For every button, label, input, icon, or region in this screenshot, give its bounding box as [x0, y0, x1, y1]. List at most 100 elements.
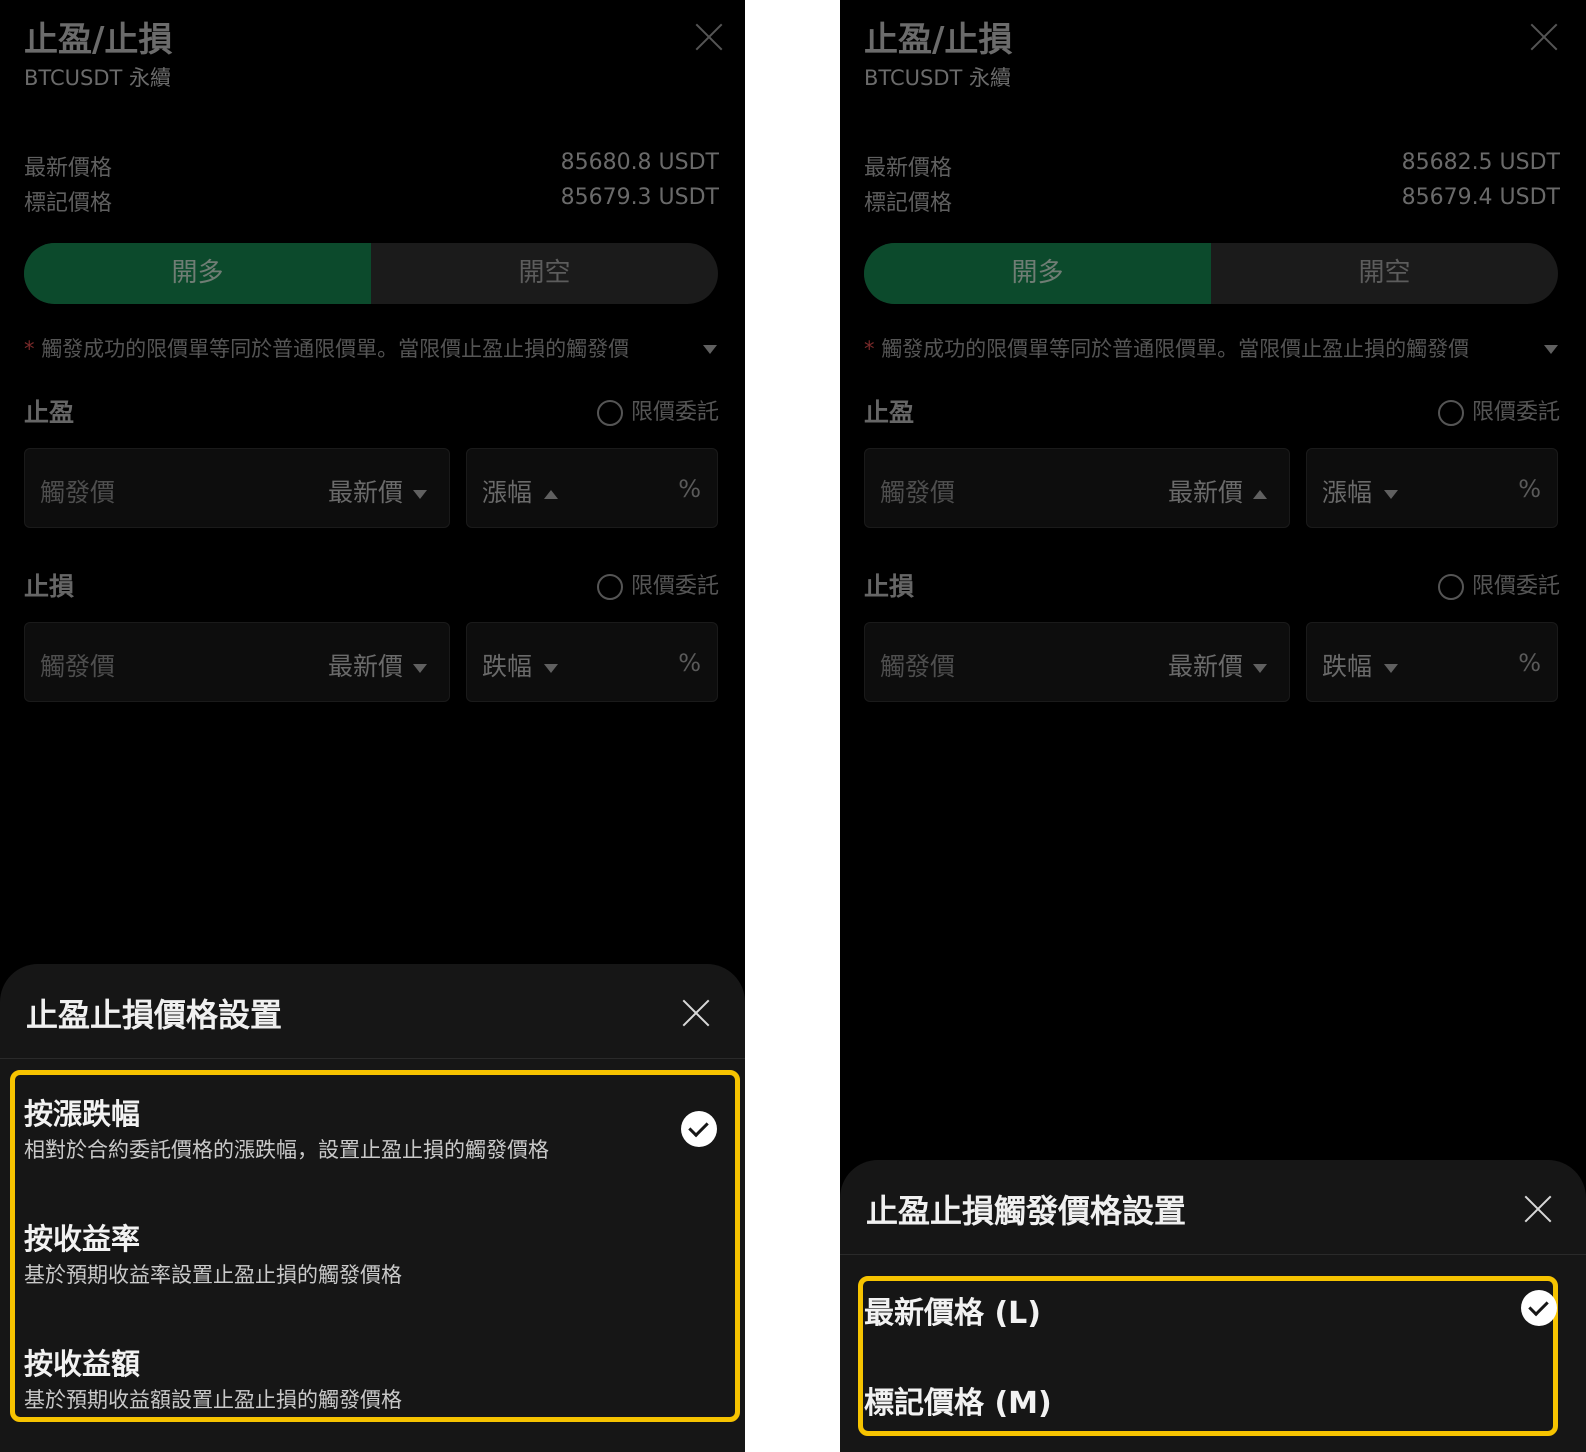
contract-subtitle: BTCUSDT 永續: [24, 66, 172, 90]
mark-price-label: 標記價格: [24, 191, 113, 216]
stop-loss-label: 止損: [24, 572, 75, 601]
chevron-down-icon: [1253, 663, 1267, 673]
tp-trigger-placeholder: 觸發價: [40, 478, 116, 507]
notice-star: *: [24, 337, 35, 361]
tp-price-type-value: 最新價: [1167, 478, 1243, 507]
page-title: 止盈/止損: [864, 20, 1013, 60]
open-short-tab[interactable]: 開空: [1211, 243, 1558, 304]
expand-notice-icon[interactable]: [1544, 345, 1558, 354]
take-profit-label: 止盈: [24, 398, 75, 427]
radio-icon[interactable]: [596, 400, 623, 426]
close-icon[interactable]: [694, 22, 724, 52]
check-icon: [681, 1111, 717, 1147]
latest-price-row: 最新價格 85680.8 USDT: [24, 150, 719, 181]
sl-price-type-value: 最新價: [1167, 652, 1243, 681]
notice-star: *: [864, 337, 875, 361]
contract-subtitle: BTCUSDT 永續: [864, 66, 1012, 90]
close-icon[interactable]: [1529, 22, 1559, 52]
sl-trigger-placeholder: 觸發價: [40, 652, 116, 681]
latest-price-label: 最新價格: [864, 156, 953, 181]
tp-limit-order-toggle[interactable]: 限價委託: [1437, 394, 1560, 426]
direction-toggle: 開多 開空: [24, 243, 718, 304]
sheet-title: 止盈止損價格設置: [26, 996, 283, 1034]
sl-limit-order-toggle[interactable]: 限價委託: [596, 568, 719, 600]
chevron-down-icon: [544, 663, 559, 673]
tp-price-type-select[interactable]: 最新價: [1168, 473, 1267, 509]
tp-trigger-placeholder: 觸發價: [880, 478, 956, 507]
sl-price-type-value: 最新價: [327, 652, 403, 681]
right-screen: 止盈/止損 BTCUSDT 永續 最新價格 85682.5 USDT 標記價格 …: [840, 0, 1586, 1452]
trigger-price-setting-sheet: 止盈止損觸發價格設置 最新價格 (L) 標記價格 (M): [840, 1160, 1586, 1452]
radio-icon[interactable]: [596, 574, 623, 600]
sl-price-type-select[interactable]: 最新價: [1168, 647, 1267, 683]
open-short-tab[interactable]: 開空: [371, 243, 718, 304]
sl-limit-label: 限價委託: [1471, 574, 1560, 599]
sl-change-input[interactable]: 跌幅 %: [1306, 622, 1558, 702]
tp-change-select[interactable]: 漲幅: [482, 473, 559, 509]
sl-percent-unit: %: [678, 649, 701, 677]
option-title: 按收益率: [24, 1222, 141, 1256]
sl-trigger-price-input[interactable]: 觸發價 最新價: [864, 622, 1290, 702]
tp-trigger-price-input[interactable]: 觸發價 最新價: [864, 448, 1290, 528]
option-title: 按漲跌幅: [24, 1097, 141, 1131]
latest-price-value: 85680.8 USDT: [560, 150, 719, 175]
chevron-up-icon: [1253, 489, 1267, 499]
tp-limit-order-toggle[interactable]: 限價委託: [596, 394, 719, 426]
expand-notice-icon[interactable]: [703, 345, 717, 354]
tp-trigger-price-input[interactable]: 觸發價 最新價: [24, 448, 450, 528]
check-icon: [1521, 1290, 1557, 1326]
sl-price-type-select[interactable]: 最新價: [328, 647, 427, 683]
latest-price-row: 最新價格 85682.5 USDT: [864, 150, 1560, 181]
close-icon[interactable]: [1523, 1194, 1553, 1224]
sl-change-value: 跌幅: [482, 652, 533, 681]
direction-toggle: 開多 開空: [864, 243, 1558, 304]
chevron-down-icon: [413, 663, 427, 673]
sl-limit-order-toggle[interactable]: 限價委託: [1437, 568, 1560, 600]
page-title: 止盈/止損: [24, 20, 173, 60]
tp-change-select[interactable]: 漲幅: [1322, 473, 1399, 509]
chevron-up-icon: [544, 489, 559, 499]
option-desc: 基於預期收益額設置止盈止損的觸發價格: [24, 1388, 402, 1412]
price-setting-sheet: 止盈止損價格設置 按漲跌幅 相對於合約委託價格的漲跌幅，設置止盈止損的觸發價格 …: [0, 964, 745, 1452]
chevron-down-icon: [1384, 663, 1399, 673]
sl-change-select[interactable]: 跌幅: [482, 647, 559, 683]
latest-price-value: 85682.5 USDT: [1401, 150, 1560, 175]
latest-price-label: 最新價格: [24, 156, 113, 181]
mark-price-value: 85679.4 USDT: [1401, 185, 1560, 210]
mark-price-label: 標記價格: [864, 191, 953, 216]
stop-loss-label: 止損: [864, 572, 915, 601]
tp-price-type-select[interactable]: 最新價: [328, 473, 427, 509]
sl-limit-label: 限價委託: [630, 574, 719, 599]
tp-percent-unit: %: [678, 475, 701, 503]
option-desc: 基於預期收益率設置止盈止損的觸發價格: [24, 1263, 402, 1287]
notice-text: * 觸發成功的限價單等同於普通限價單。當限價止盈止損的觸發價: [24, 333, 692, 365]
mark-price-value: 85679.3 USDT: [560, 185, 719, 210]
tp-change-input[interactable]: 漲幅 %: [1306, 448, 1558, 528]
tp-change-input[interactable]: 漲幅 %: [466, 448, 718, 528]
sheet-title: 止盈止損觸發價格設置: [866, 1192, 1187, 1230]
tp-price-type-value: 最新價: [327, 478, 403, 507]
open-long-tab[interactable]: 開多: [24, 243, 371, 304]
tp-limit-label: 限價委託: [1471, 400, 1560, 425]
sl-trigger-price-input[interactable]: 觸發價 最新價: [24, 622, 450, 702]
tp-limit-label: 限價委託: [630, 400, 719, 425]
sl-percent-unit: %: [1518, 649, 1541, 677]
tp-percent-unit: %: [1518, 475, 1541, 503]
option-title: 按收益額: [24, 1347, 141, 1381]
radio-icon[interactable]: [1437, 400, 1464, 426]
divider: [840, 1254, 1586, 1255]
radio-icon[interactable]: [1437, 574, 1464, 600]
chevron-down-icon: [1384, 489, 1399, 499]
tp-change-value: 漲幅: [1322, 478, 1373, 507]
sl-change-value: 跌幅: [1322, 652, 1373, 681]
close-icon[interactable]: [681, 998, 711, 1028]
take-profit-label: 止盈: [864, 398, 915, 427]
sl-change-input[interactable]: 跌幅 %: [466, 622, 718, 702]
left-screen: 止盈/止損 BTCUSDT 永續 最新價格 85680.8 USDT 標記價格 …: [0, 0, 745, 1452]
mark-price-row: 標記價格 85679.4 USDT: [864, 185, 1560, 216]
option-title: 最新價格 (L): [864, 1296, 1041, 1331]
sl-change-select[interactable]: 跌幅: [1322, 647, 1399, 683]
option-title: 標記價格 (M): [864, 1386, 1052, 1421]
notice-body: 觸發成功的限價單等同於普通限價單。當限價止盈止損的觸發價: [41, 337, 630, 361]
open-long-tab[interactable]: 開多: [864, 243, 1211, 304]
